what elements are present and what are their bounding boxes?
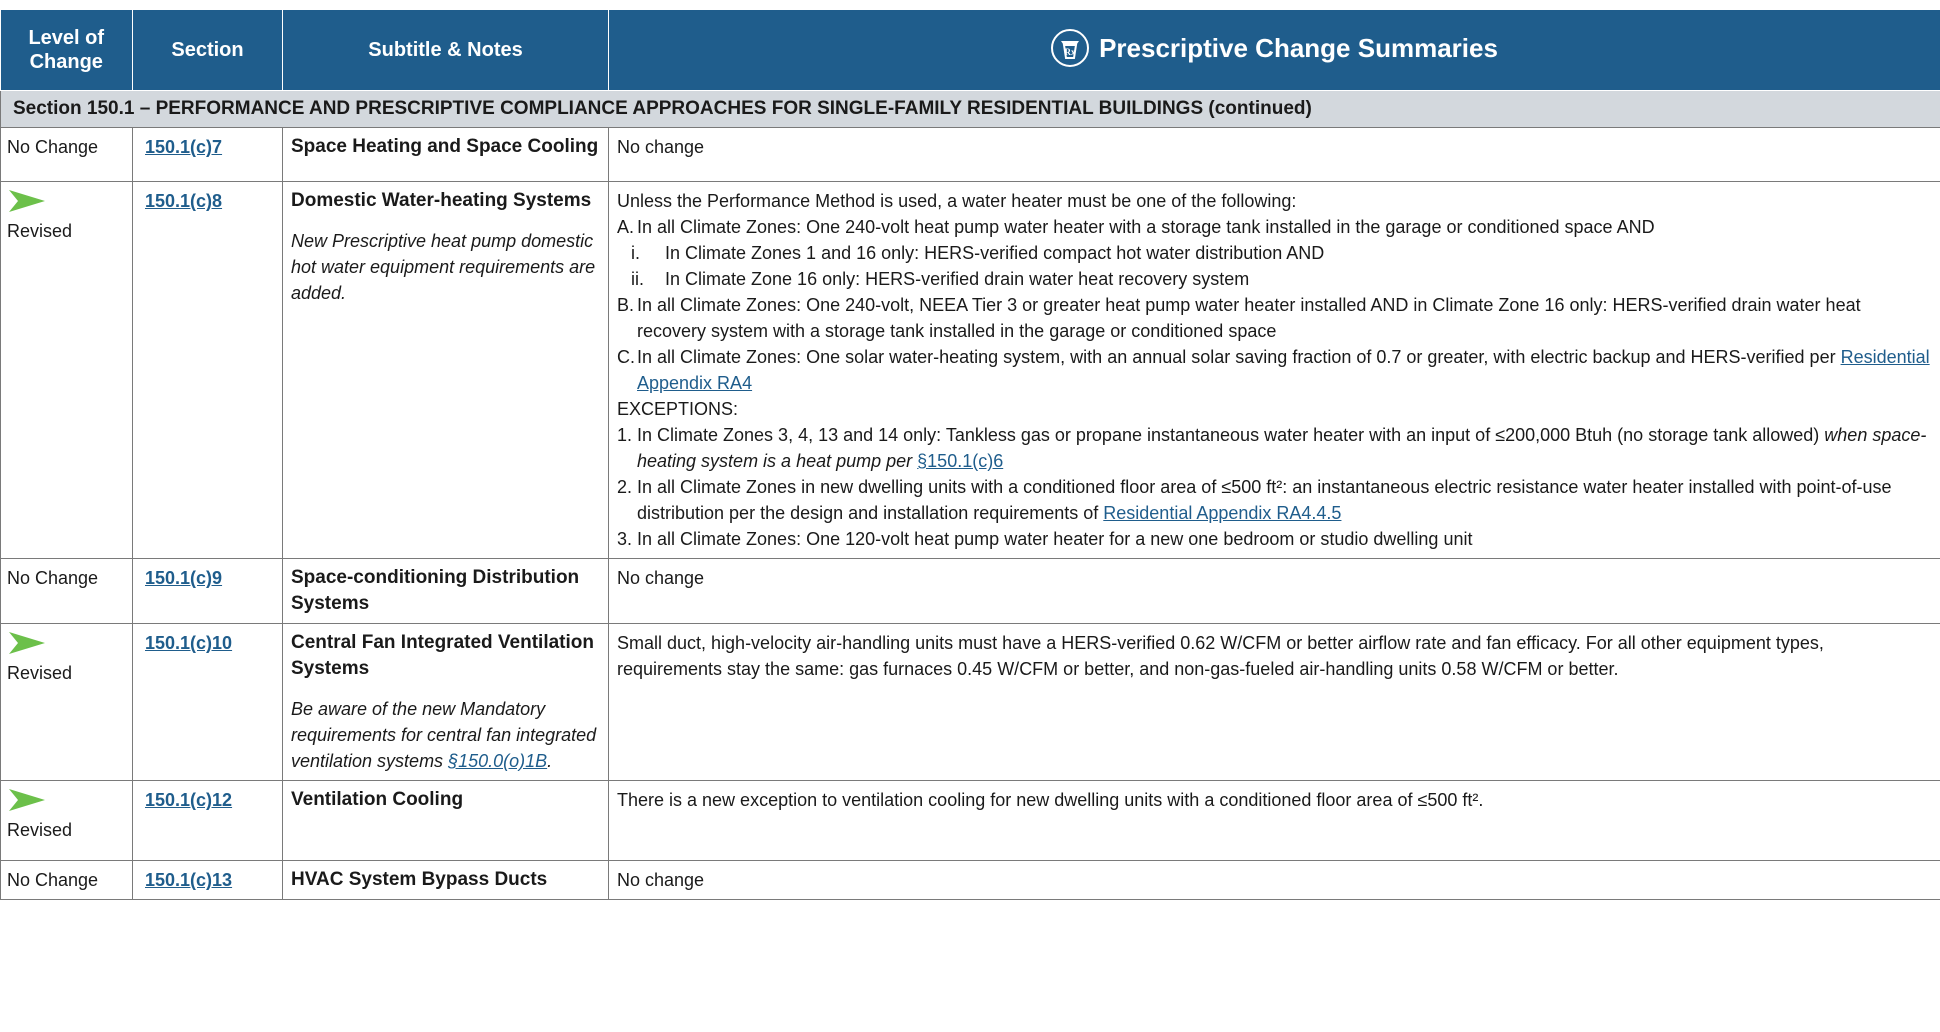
- section-cell: 150.1(c)10: [132, 623, 283, 781]
- col-summary-header: Rx Prescriptive Change Summaries: [608, 10, 1940, 91]
- level-label: Revised: [7, 221, 73, 241]
- section-row: Section 150.1 – PERFORMANCE AND PRESCRIP…: [0, 90, 1940, 128]
- table-row: Revised 150.1(c)8 Domestic Water-heating…: [0, 181, 1940, 559]
- level-cell: Revised: [0, 623, 133, 781]
- svg-text:Rx: Rx: [1065, 47, 1076, 57]
- section-cell: 150.1(c)9: [132, 558, 283, 624]
- summary-cell: Unless the Performance Method is used, a…: [608, 181, 1940, 559]
- summary-header-label: Prescriptive Change Summaries: [1099, 32, 1498, 63]
- table-row: No Change 150.1(c)13 HVAC System Bypass …: [0, 860, 1940, 900]
- section-ref-link[interactable]: §150.1(c)6: [917, 451, 1003, 471]
- subtitle-cell: Space-conditioning Distribution Systems: [282, 558, 609, 624]
- summary-cell: No change: [608, 558, 1940, 624]
- col-subtitle-header: Subtitle & Notes: [282, 10, 609, 91]
- table-row: No Change 150.1(c)9 Space-conditioning D…: [0, 558, 1940, 624]
- subtitle-cell: Space Heating and Space Cooling: [282, 127, 609, 182]
- exception-item: 2. In all Climate Zones in new dwelling u…: [617, 477, 1892, 523]
- row-title: Space-conditioning Distribution Systems: [291, 567, 580, 614]
- section-cell: 150.1(c)8: [132, 181, 283, 559]
- section-link[interactable]: 150.1(c)8: [145, 191, 222, 211]
- section-cell: 150.1(c)13: [132, 860, 283, 900]
- list-subitem: ii. In Climate Zone 16 only: HERS-verifie…: [631, 269, 1250, 289]
- row-note: New Prescriptive heat pump domestic hot …: [291, 231, 596, 303]
- subtitle-cell: Domestic Water-heating Systems New Presc…: [282, 181, 609, 559]
- level-cell: No Change: [0, 127, 133, 182]
- col-level-header: Level of Change: [0, 10, 133, 91]
- level-label: Revised: [7, 663, 73, 683]
- row-title: Central Fan Integrated Ventilation Syste…: [291, 632, 594, 679]
- exception-item: 3. In all Climate Zones: One 120-volt hea…: [617, 529, 1473, 549]
- subtitle-cell: Ventilation Cooling: [282, 780, 609, 861]
- revised-arrow-icon: [9, 190, 45, 212]
- section-cell: 150.1(c)7: [132, 127, 283, 182]
- summary-cell: Small duct, high-velocity air-handling u…: [608, 623, 1940, 781]
- section-link[interactable]: 150.1(c)7: [145, 137, 222, 157]
- revised-arrow-icon: [9, 632, 45, 654]
- table-row: Revised 150.1(c)12 Ventilation Cooling T…: [0, 780, 1940, 861]
- exceptions-label: EXCEPTIONS:: [617, 399, 739, 419]
- section-cell: 150.1(c)12: [132, 780, 283, 861]
- row-title: HVAC System Bypass Ducts: [291, 869, 548, 890]
- level-cell: Revised: [0, 780, 133, 861]
- level-cell: No Change: [0, 558, 133, 624]
- rx-icon: Rx: [1051, 29, 1090, 67]
- table-row: No Change 150.1(c)7 Space Heating and Sp…: [0, 127, 1940, 182]
- subtitle-cell: HVAC System Bypass Ducts: [282, 860, 609, 900]
- section-link[interactable]: 150.1(c)13: [145, 870, 232, 890]
- list-item: C. In all Climate Zones: One solar water-…: [617, 347, 1930, 393]
- level-cell: Revised: [0, 181, 133, 559]
- list-item: B. In all Climate Zones: One 240-volt, NE…: [617, 295, 1861, 341]
- mandatory-ref-link[interactable]: §150.0(o)1B: [448, 751, 547, 771]
- list-subitem: i. In Climate Zones 1 and 16 only: HERS-v…: [631, 243, 1325, 263]
- summary-cell: No change: [608, 127, 1940, 182]
- summary-cell: There is a new exception to ventilation …: [608, 780, 1940, 861]
- revised-arrow-icon: [9, 789, 45, 811]
- row-title: Space Heating and Space Cooling: [291, 136, 599, 157]
- change-summary-table: Level of Change Section Subtitle & Notes…: [0, 10, 1940, 900]
- table-row: Revised 150.1(c)10 Central Fan Integrate…: [0, 623, 1940, 781]
- appendix-link[interactable]: Residential Appendix RA4.4.5: [1103, 503, 1341, 523]
- section-link[interactable]: 150.1(c)9: [145, 568, 222, 588]
- summary-cell: No change: [608, 860, 1940, 900]
- row-note: Be aware of the new Mandatory requiremen…: [291, 699, 597, 771]
- row-title: Ventilation Cooling: [291, 789, 464, 810]
- col-section-header: Section: [132, 10, 283, 91]
- subtitle-cell: Central Fan Integrated Ventilation Syste…: [282, 623, 609, 781]
- level-cell: No Change: [0, 860, 133, 900]
- row-title: Domestic Water-heating Systems: [291, 190, 592, 211]
- section-link[interactable]: 150.1(c)10: [145, 633, 232, 653]
- section-title: Section 150.1 – PERFORMANCE AND PRESCRIP…: [0, 90, 1940, 128]
- summary-intro: Unless the Performance Method is used, a…: [617, 191, 1297, 211]
- exception-item: 1. In Climate Zones 3, 4, 13 and 14 only:…: [617, 425, 1927, 471]
- section-link[interactable]: 150.1(c)12: [145, 790, 232, 810]
- level-label: Revised: [7, 820, 73, 840]
- table-header: Level of Change Section Subtitle & Notes…: [0, 10, 1940, 91]
- list-item: A. In all Climate Zones: One 240-volt hea…: [617, 217, 1655, 237]
